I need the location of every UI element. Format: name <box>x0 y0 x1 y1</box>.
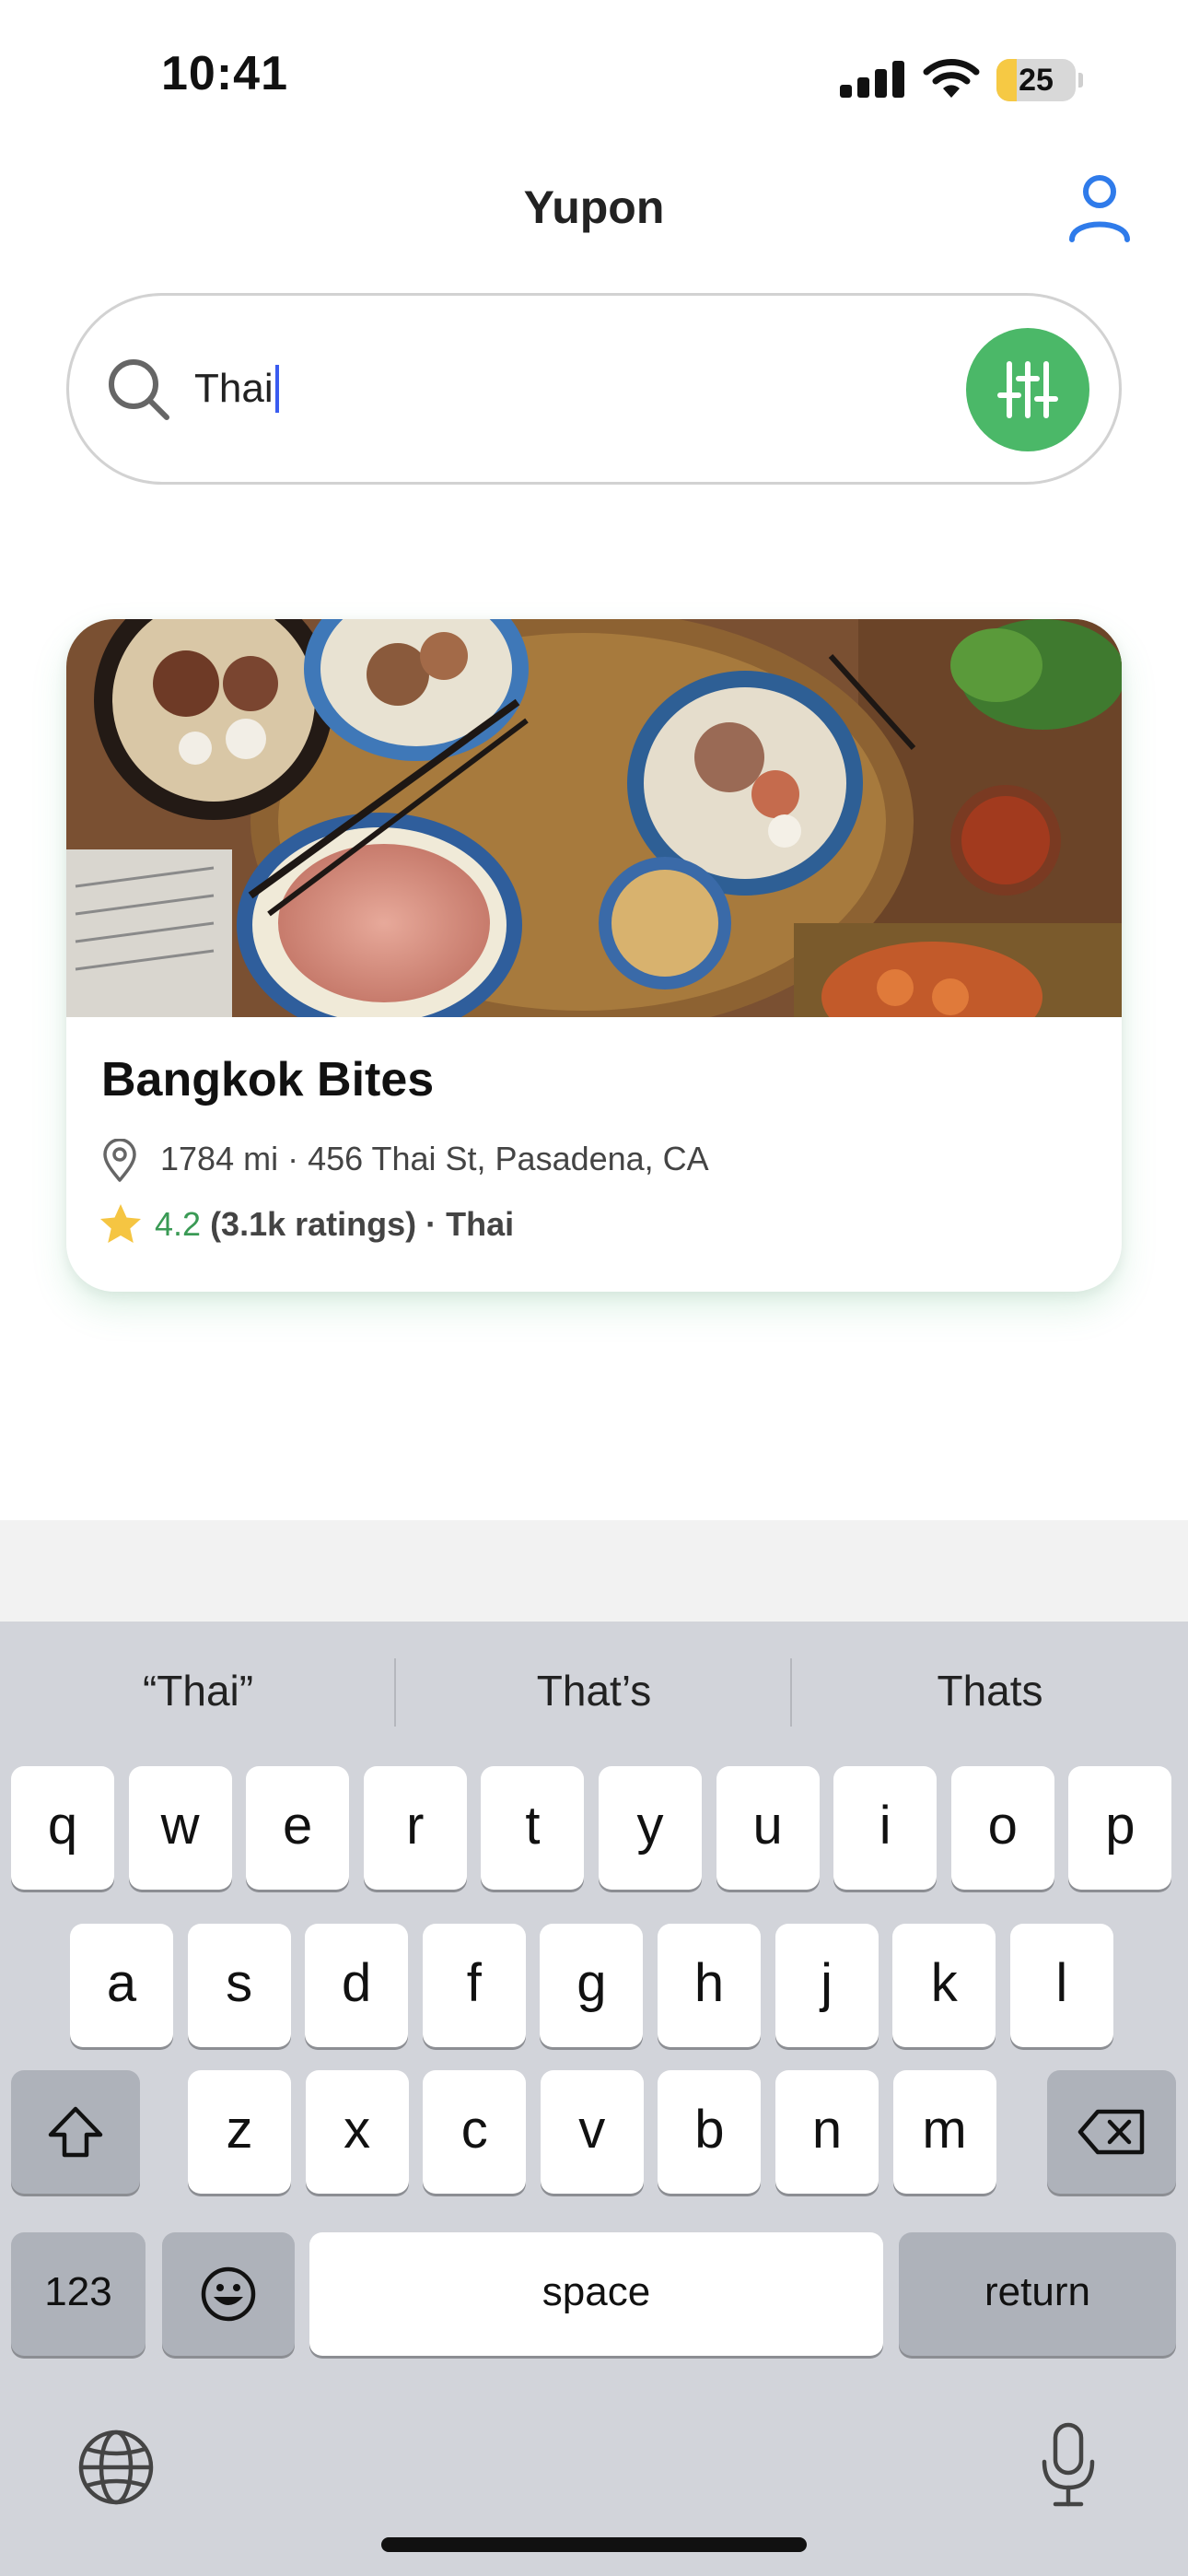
emoji-icon <box>201 2266 256 2322</box>
key-m[interactable]: m <box>892 2070 996 2194</box>
rating-count: (3.1k ratings) <box>210 1205 417 1243</box>
sliders-icon <box>997 361 1058 418</box>
suggestion-3[interactable]: Thats <box>792 1622 1188 1760</box>
key-u[interactable]: u <box>716 1766 820 1890</box>
numbers-key[interactable]: 123 <box>11 2232 146 2356</box>
home-indicator <box>381 2537 807 2552</box>
app-title: Yupon <box>523 181 665 233</box>
key-y[interactable]: y <box>599 1766 702 1890</box>
battery-icon: 25 <box>996 59 1083 101</box>
key-h[interactable]: h <box>658 1924 761 2047</box>
key-a[interactable]: a <box>70 1924 173 2047</box>
battery-level: 25 <box>1019 63 1054 98</box>
key-g[interactable]: g <box>540 1924 644 2047</box>
key-q[interactable]: q <box>11 1766 114 1890</box>
shift-key[interactable] <box>11 2070 140 2194</box>
wifi-icon <box>923 59 980 98</box>
backspace-key[interactable] <box>1047 2070 1176 2194</box>
filter-button[interactable] <box>966 328 1089 451</box>
key-n[interactable]: n <box>775 2070 879 2194</box>
key-w[interactable]: w <box>128 1766 232 1890</box>
key-l[interactable]: l <box>1009 1924 1113 2047</box>
search-bar[interactable]: Thai <box>66 293 1122 485</box>
key-z[interactable]: z <box>188 2070 291 2194</box>
backspace-icon <box>1077 2109 1145 2155</box>
key-v[interactable]: v <box>540 2070 644 2194</box>
key-f[interactable]: f <box>422 1924 526 2047</box>
rating-separator: · <box>425 1205 437 1243</box>
key-b[interactable]: b <box>658 2070 762 2194</box>
status-time: 10:41 <box>161 47 288 100</box>
suggestion-2[interactable]: That’s <box>396 1622 792 1760</box>
rating-value: 4.2 <box>155 1205 202 1243</box>
keyboard: “Thai” That’s Thats qwertyuiop asdfghjkl… <box>0 1622 1188 2576</box>
restaurant-address: 1784 mi · 456 Thai St, Pasadena, CA <box>160 1140 709 1177</box>
key-t[interactable]: t <box>481 1766 585 1890</box>
app-screen: 10:41 25 Yupon Thai Bangkok Bites 1784 m… <box>0 0 1188 2576</box>
return-key[interactable]: return <box>899 2232 1176 2356</box>
key-o[interactable]: o <box>950 1766 1054 1890</box>
text-caret <box>274 365 279 414</box>
search-query: Thai <box>194 366 274 411</box>
key-s[interactable]: s <box>187 1924 291 2047</box>
key-p[interactable]: p <box>1068 1766 1172 1890</box>
key-j[interactable]: j <box>775 1924 879 2047</box>
restaurant-photo <box>66 619 1122 1017</box>
globe-icon[interactable] <box>77 2429 155 2506</box>
suggestion-1[interactable]: “Thai” <box>0 1622 396 1760</box>
restaurant-name: Bangkok Bites <box>101 1053 435 1107</box>
keyboard-accessory-area <box>0 1520 1188 1622</box>
emoji-key[interactable] <box>162 2232 295 2356</box>
star-icon <box>100 1204 141 1243</box>
search-input[interactable]: Thai <box>194 296 279 482</box>
magnifier-icon <box>109 359 169 420</box>
key-r[interactable]: r <box>363 1766 467 1890</box>
microphone-icon[interactable] <box>1039 2421 1098 2510</box>
key-i[interactable]: i <box>833 1766 938 1890</box>
person-icon[interactable] <box>1066 171 1133 245</box>
restaurant-card[interactable]: Bangkok Bites 1784 mi · 456 Thai St, Pas… <box>66 619 1122 1292</box>
location-pin-icon <box>103 1139 136 1182</box>
key-k[interactable]: k <box>892 1924 996 2047</box>
cuisine-label: Thai <box>446 1205 515 1243</box>
key-x[interactable]: x <box>305 2070 409 2194</box>
key-c[interactable]: c <box>423 2070 527 2194</box>
shift-icon <box>48 2106 103 2158</box>
space-key[interactable]: space <box>309 2232 883 2356</box>
key-d[interactable]: d <box>305 1924 409 2047</box>
key-e[interactable]: e <box>246 1766 350 1890</box>
cellular-signal-icon <box>840 61 904 98</box>
rating-line: 4.2 (3.1k ratings) · Thai <box>155 1205 514 1244</box>
